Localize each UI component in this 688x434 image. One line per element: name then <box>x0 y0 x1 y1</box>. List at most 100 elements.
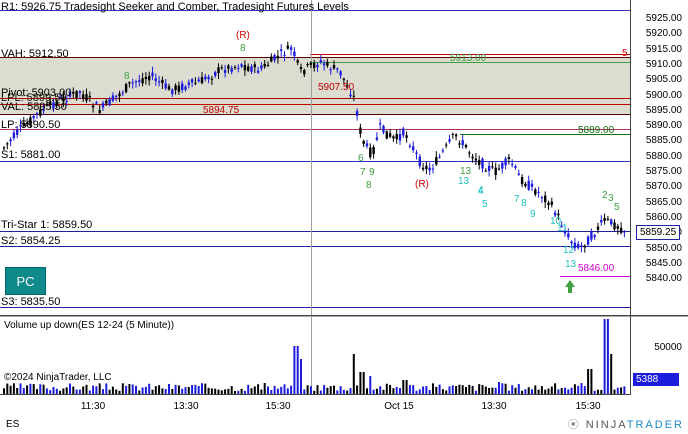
volume-bar <box>316 385 319 394</box>
volume-bar <box>484 386 487 394</box>
volume-bar <box>471 385 474 394</box>
level-s3: S3: 5835.50 <box>1 296 61 308</box>
candle-body <box>478 160 481 165</box>
candle-body <box>194 82 197 84</box>
volume-bar <box>369 376 372 394</box>
candle-body <box>270 56 273 62</box>
candle-body <box>260 65 263 69</box>
volume-bar <box>135 385 137 394</box>
volume-bar <box>9 385 12 394</box>
volume-bar <box>69 383 71 394</box>
volume-bar <box>19 383 22 394</box>
volume-bar <box>194 384 197 394</box>
candle-body <box>283 54 286 56</box>
volume-bar <box>95 386 98 394</box>
volume-bar <box>270 389 273 394</box>
price-tick: 5840.00 <box>645 273 682 285</box>
candle-body <box>95 102 98 104</box>
volume-bar <box>349 388 352 394</box>
count-g4: 9 <box>369 167 375 178</box>
candlestick-chart[interactable] <box>0 0 630 315</box>
price-tick: 5875.00 <box>645 166 682 177</box>
candle-body <box>471 156 474 159</box>
candle-body <box>101 103 105 108</box>
candle-body <box>339 71 342 76</box>
candle-body <box>454 134 458 137</box>
candle-body <box>441 150 445 152</box>
volume-bar <box>547 388 550 394</box>
volume-bar <box>540 386 543 394</box>
volume-bar <box>415 390 418 394</box>
candle-body <box>511 164 514 166</box>
candle-body <box>613 222 616 230</box>
volume-bar <box>554 383 557 394</box>
volume-bar <box>455 386 458 394</box>
volume-bar <box>263 383 266 394</box>
price-tick: 5885.00 <box>645 135 682 147</box>
marker-5: 5 <box>622 48 628 59</box>
candle-body <box>151 72 154 77</box>
volume-bar <box>422 386 425 394</box>
chart-window[interactable]: { "window": { "title": "R1: 5926.75 Trad… <box>0 0 688 434</box>
candle-body <box>623 231 626 233</box>
volume-bar <box>478 384 481 394</box>
volume-bar <box>587 369 590 394</box>
candle-body <box>372 147 375 155</box>
signal-r-1: (R) <box>236 30 250 41</box>
candle-body <box>487 165 491 171</box>
candle-body <box>527 180 530 190</box>
buy-arrow-stem <box>568 286 572 293</box>
volume-bar <box>531 389 533 394</box>
candle-body <box>392 136 395 139</box>
count-c6: 12 <box>563 245 575 256</box>
window-title: R1: 5926.75 Tradesight Seeker and Comber… <box>1 1 349 13</box>
candle-body <box>322 63 326 66</box>
volume-bar <box>171 389 174 394</box>
volume-bar <box>55 388 58 394</box>
candle-body <box>91 105 95 108</box>
volume-bar <box>105 383 108 394</box>
volume-bar <box>253 386 256 394</box>
volume-bar <box>514 387 517 394</box>
candle-body <box>530 183 534 187</box>
level-tristar: Tri-Star 1: 5859.50 <box>1 219 93 231</box>
candle-body <box>88 96 91 98</box>
candle-body <box>200 77 204 84</box>
copyright: ©2024 NinjaTrader, LLC <box>4 372 112 383</box>
volume-bar <box>326 387 329 394</box>
candle-body <box>435 157 438 165</box>
volume-bar <box>379 386 382 394</box>
candle-body <box>214 72 217 76</box>
candle-body <box>35 113 39 115</box>
volume-bar <box>445 390 448 394</box>
volume-bar <box>564 387 566 394</box>
volume-bar <box>154 386 157 394</box>
candle-body <box>520 176 524 185</box>
time-tick-3: 15:30 <box>265 401 291 412</box>
volume-bar <box>577 385 580 394</box>
volume-bar <box>191 385 194 394</box>
price-tick: 5880.00 <box>645 150 682 162</box>
pc-button[interactable]: PC <box>5 267 46 295</box>
volume-bar <box>3 388 5 394</box>
volume-bar <box>296 346 299 394</box>
volume-bar <box>468 384 471 394</box>
volume-bar <box>52 386 55 394</box>
volume-bar <box>524 389 527 394</box>
value-5846: 5846.00 <box>578 263 615 274</box>
candle-body <box>388 133 392 137</box>
volume-bar <box>214 388 217 394</box>
volume-bar <box>517 383 520 394</box>
volume-bar <box>498 382 500 394</box>
volume-bar <box>144 386 147 394</box>
candle-body <box>197 79 200 82</box>
candle-body <box>207 76 210 80</box>
volume-bar <box>451 385 454 394</box>
candle-body <box>497 168 501 170</box>
volume-bar <box>616 387 619 394</box>
candle-body <box>306 64 309 66</box>
volume-bar <box>125 385 128 394</box>
volume-bar <box>458 384 461 394</box>
volume-bar <box>72 386 75 394</box>
volume-bar <box>115 389 118 394</box>
